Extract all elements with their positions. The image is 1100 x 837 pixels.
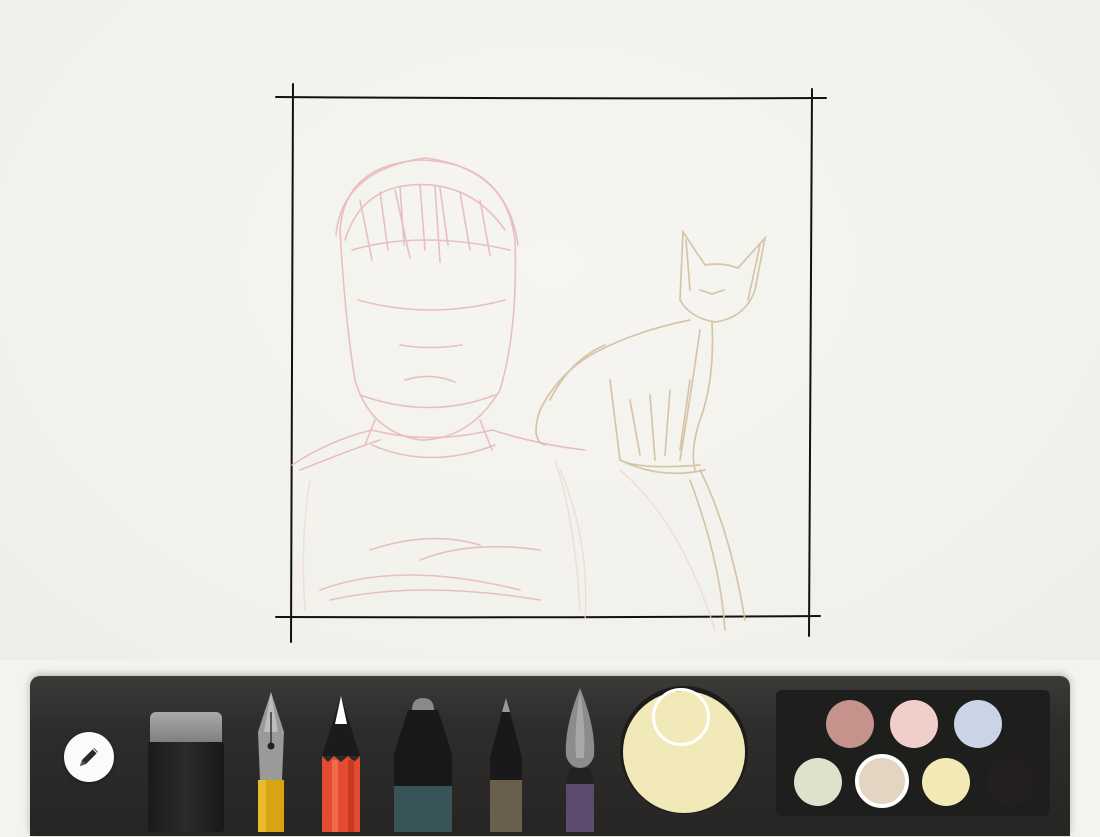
pencil-icon [80,748,98,766]
tool-tray [30,676,1070,836]
color-palette [776,690,1050,816]
palette-color-5[interactable] [855,754,909,808]
person-sketch [291,157,586,601]
fine-pen-icon [490,698,522,832]
palette-color-6[interactable] [922,758,970,806]
palette-color-4[interactable] [794,758,842,806]
brush-icon [565,688,595,832]
color-selector-ring [652,688,710,746]
palette-color-7[interactable] [986,758,1034,806]
eraser-tool[interactable] [148,712,224,832]
marker-tool[interactable] [390,698,456,832]
brush-tool[interactable] [560,688,600,832]
fountain-pen-tool[interactable] [254,692,288,832]
fountain-pen-icon [258,692,284,832]
person-body-sketch [302,459,716,631]
drawing-canvas[interactable] [0,0,1100,660]
cat-sketch [535,229,767,631]
palette-color-1[interactable] [826,700,874,748]
pencil-icon [322,696,360,832]
color-mixer-button[interactable] [620,686,748,814]
mode-toggle-button[interactable] [64,732,114,782]
palette-color-3[interactable] [954,700,1002,748]
sketch-layer [275,83,827,643]
eraser-icon [150,712,222,744]
pencil-tool[interactable] [320,696,362,832]
marker-icon [394,698,452,832]
palette-color-2[interactable] [890,700,938,748]
fine-pen-tool[interactable] [486,698,526,832]
sketch-frame [275,83,827,643]
